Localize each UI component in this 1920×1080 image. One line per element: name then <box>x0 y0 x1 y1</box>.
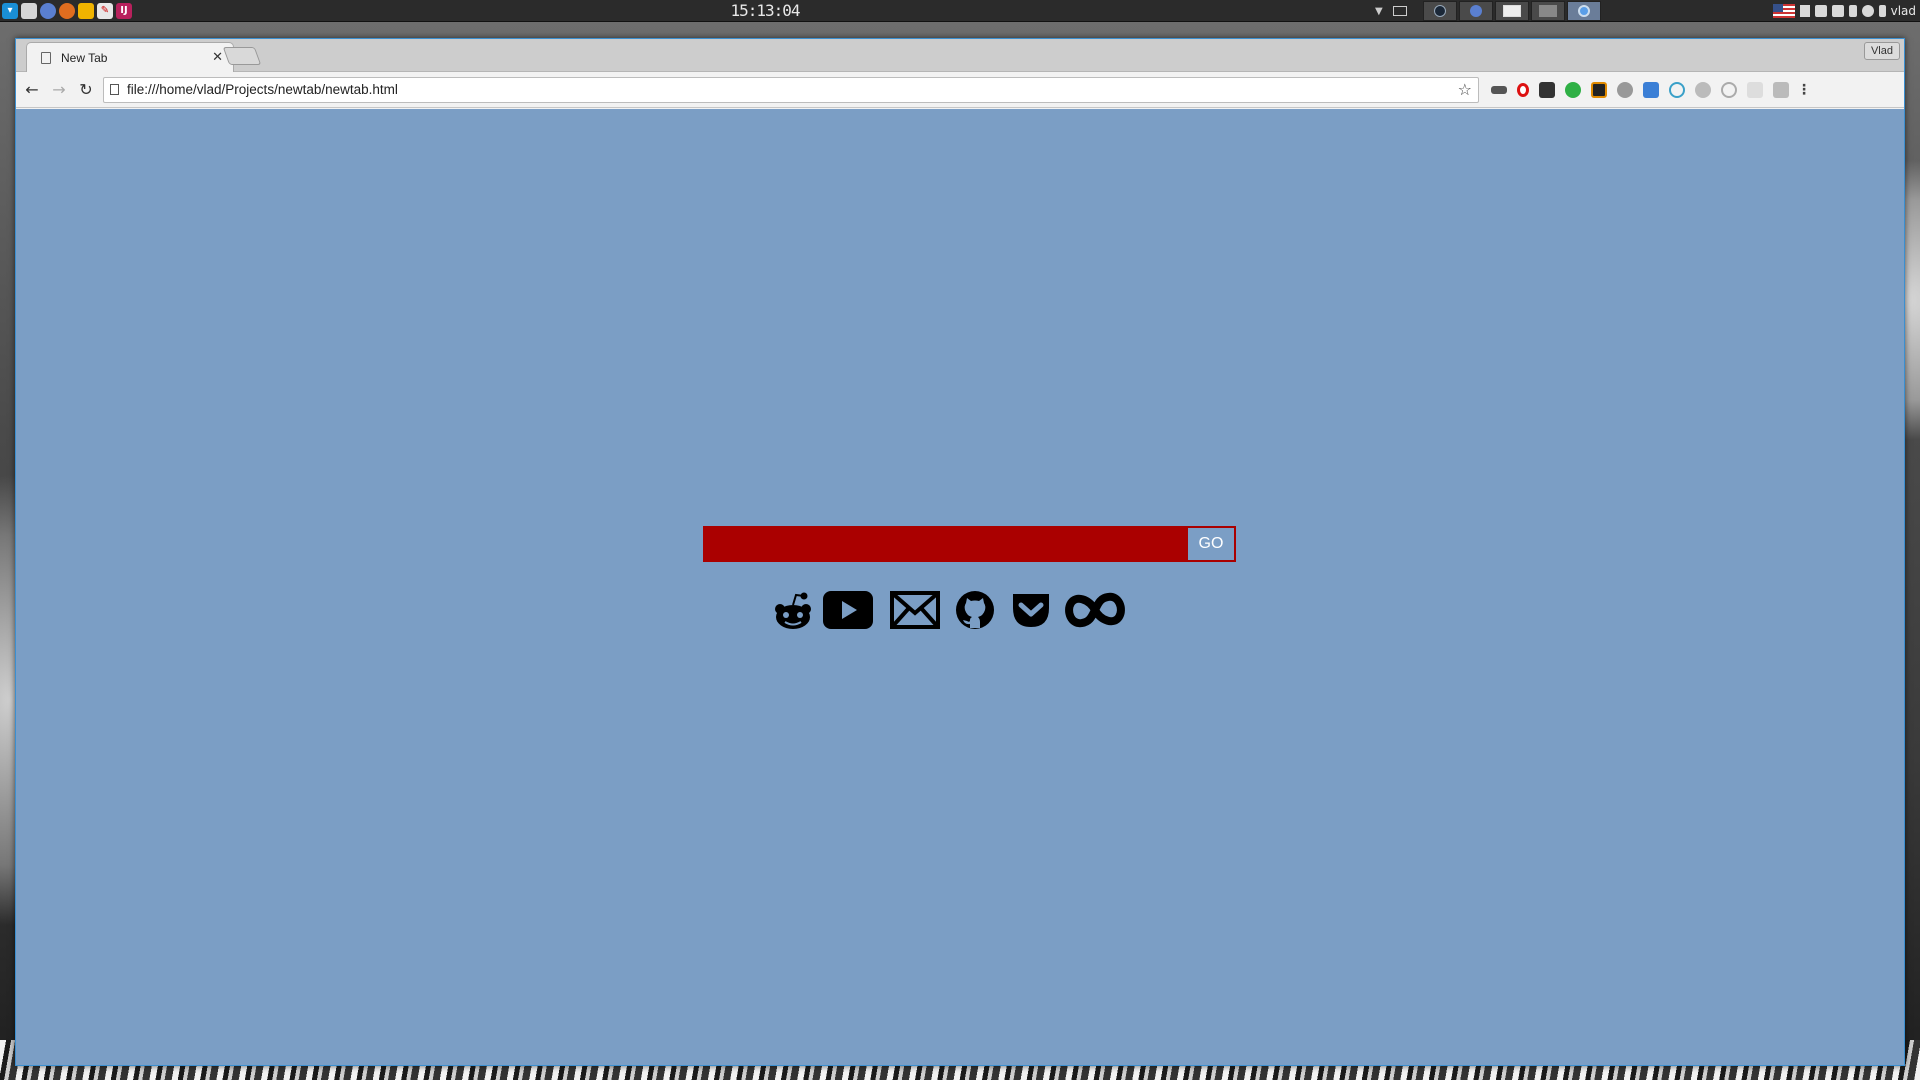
opera-icon[interactable] <box>1517 82 1529 97</box>
mail-icon[interactable] <box>890 589 940 635</box>
pocket-icon[interactable] <box>1010 589 1052 635</box>
files-icon[interactable] <box>21 2 37 19</box>
reddit-icon[interactable] <box>772 589 814 635</box>
launcher-bar: ▾ ✎ IJ <box>0 2 132 19</box>
monitor-icon[interactable] <box>1392 6 1407 16</box>
task-chrome-active[interactable] <box>1566 1 1601 21</box>
green-circle-icon[interactable] <box>1565 81 1581 98</box>
go-button[interactable]: GO <box>1188 528 1234 560</box>
editor-icon[interactable]: ✎ <box>97 2 113 19</box>
k-icon[interactable] <box>1591 81 1607 98</box>
address-bar[interactable]: ☆ <box>103 76 1479 103</box>
task-terminal[interactable] <box>1530 1 1565 21</box>
clock: 15:13:04 <box>730 1 800 20</box>
profile-button[interactable]: Vlad <box>1863 42 1900 60</box>
chrome-icon[interactable] <box>40 2 56 19</box>
calendar-icon[interactable] <box>1643 81 1659 98</box>
page-info-icon[interactable] <box>110 84 119 95</box>
browser-window: New Tab ✕ Vlad ← → ↻ ☆ ⋮ <box>15 38 1905 1066</box>
extensions-bar <box>1491 81 1789 98</box>
reddit-ext-icon[interactable] <box>1695 81 1711 98</box>
youtube-icon[interactable] <box>822 589 874 635</box>
chromium-icon[interactable]: ▾ <box>2 2 18 19</box>
bookmark-star-icon[interactable]: ☆ <box>1458 80 1472 99</box>
battery-icon[interactable] <box>1878 5 1886 17</box>
menu-dots-icon[interactable]: ⋮ <box>1797 82 1811 98</box>
network-icon[interactable] <box>1831 5 1844 17</box>
browser-toolbar: ← → ↻ ☆ ⋮ <box>16 72 1904 108</box>
reload-icon[interactable]: ↻ <box>75 79 97 101</box>
crosshair-icon[interactable] <box>1669 81 1685 98</box>
wifi-icon[interactable] <box>1848 5 1857 17</box>
keyboard-icon[interactable] <box>1773 81 1789 98</box>
keyboard-layout-flag-icon[interactable] <box>1772 4 1795 18</box>
search-form: GO <box>703 526 1236 562</box>
task-window[interactable] <box>1494 1 1529 21</box>
page-icon <box>41 51 51 64</box>
infinity-icon[interactable] <box>1064 589 1126 635</box>
volume-icon[interactable] <box>1799 5 1810 17</box>
task-chrome[interactable] <box>1458 1 1493 21</box>
security-icon[interactable] <box>78 2 94 19</box>
tab-new-tab[interactable]: New Tab ✕ <box>26 42 234 72</box>
close-icon[interactable]: ✕ <box>212 50 223 65</box>
reader-icon[interactable] <box>1747 81 1763 98</box>
tab-strip: New Tab ✕ Vlad <box>16 39 1904 72</box>
search-ext-icon[interactable] <box>1721 81 1737 98</box>
search-input[interactable] <box>705 528 1188 560</box>
chevron-down-icon[interactable]: ▼ <box>1375 6 1383 17</box>
ide-icon[interactable]: IJ <box>116 2 132 19</box>
url-input[interactable] <box>127 82 1458 97</box>
tab-title: New Tab <box>61 50 108 65</box>
top-panel: ▾ ✎ IJ 15:13:04 ▼ vlad <box>0 0 1920 22</box>
page-viewport: GO <box>16 109 1904 1065</box>
sunglasses-icon[interactable] <box>1491 85 1507 94</box>
system-tray: vlad <box>1772 0 1920 22</box>
pocket-icon[interactable] <box>1539 81 1555 98</box>
firefox-icon[interactable] <box>59 2 75 19</box>
dropbox-icon[interactable] <box>1814 5 1827 17</box>
github-icon[interactable] <box>954 589 996 635</box>
checkmark-icon[interactable] <box>1617 81 1633 98</box>
steam-tray-icon[interactable] <box>1861 5 1874 17</box>
task-steam[interactable] <box>1422 1 1457 21</box>
back-arrow-icon[interactable]: ← <box>21 79 43 101</box>
forward-arrow-icon[interactable]: → <box>48 79 70 101</box>
taskbar: ▼ <box>1375 0 1601 22</box>
quick-links <box>772 589 1126 635</box>
username[interactable]: vlad <box>1891 4 1916 18</box>
new-tab-button[interactable] <box>222 47 262 65</box>
